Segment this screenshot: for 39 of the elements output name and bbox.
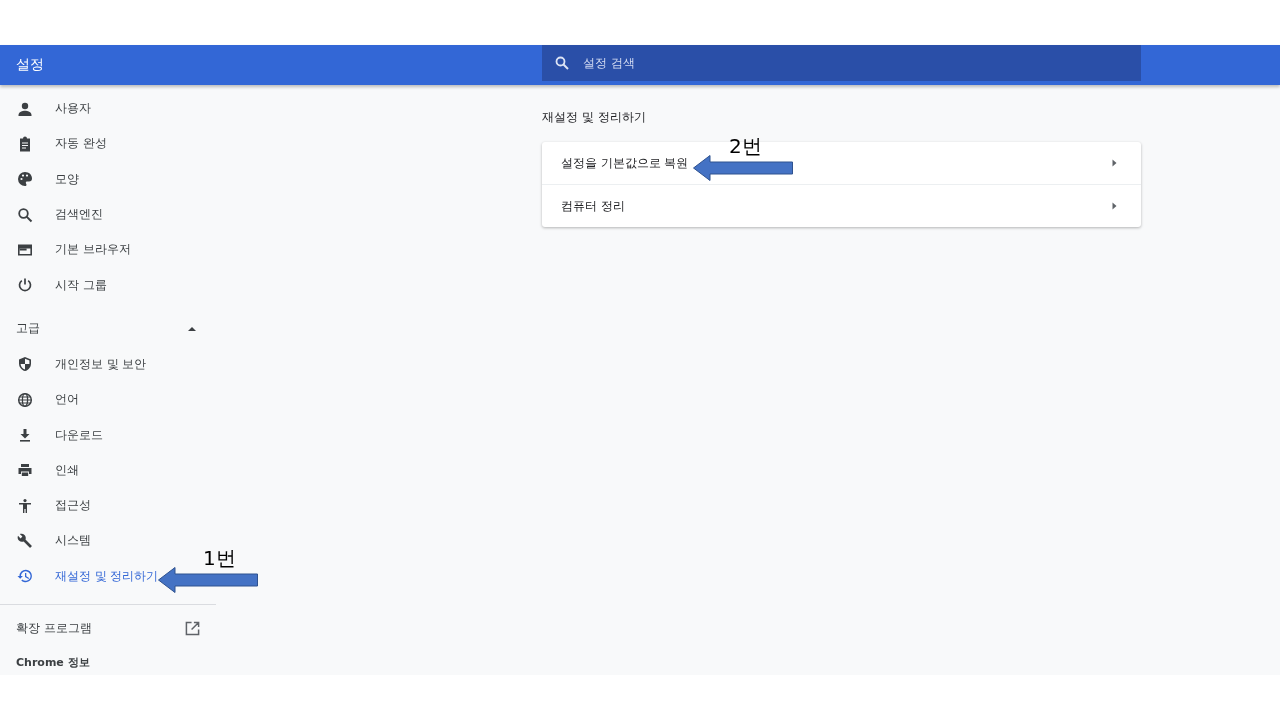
clipboard-icon [17, 135, 33, 152]
globe-icon [17, 391, 33, 408]
sidebar-item[interactable]: 접근성 [0, 487, 95, 524]
external-link-icon [185, 621, 200, 637]
arrow-right-icon [1112, 202, 1117, 210]
sidebar-item[interactable]: 모양 [0, 161, 83, 197]
power-icon [17, 277, 33, 294]
annotation-label: 2번 [729, 133, 762, 160]
sidebar-item[interactable]: 사용자 [0, 91, 95, 127]
sidebar-item[interactable]: 언어 [0, 382, 83, 418]
sidebar-link[interactable]: Chrome 정보 [0, 644, 216, 681]
sidebar-item[interactable]: 다운로드 [0, 417, 107, 453]
search-field[interactable]: 설정 검색 [542, 45, 1141, 81]
page-title: 설정 [16, 56, 44, 74]
sidebar-item[interactable]: 인쇄 [0, 452, 83, 488]
settings-row-link[interactable]: 컴퓨터 정리 [561, 198, 625, 214]
annotation-label: 1번 [203, 545, 236, 572]
download-icon [17, 427, 33, 443]
printer-icon [17, 462, 33, 479]
person-icon [17, 100, 33, 117]
sidebar-item[interactable]: 시스템 [0, 523, 95, 559]
sidebar-item[interactable]: 개인정보 및 보안 [0, 346, 151, 383]
sidebar-item[interactable]: 재설정 및 정리하기 [0, 558, 163, 594]
sidebar-item[interactable]: 자동 완성 [0, 126, 111, 162]
arrow-right-icon [1112, 159, 1117, 167]
section-toggle[interactable]: 고급 [0, 310, 216, 347]
palette-icon [17, 171, 33, 188]
settings-row-link[interactable]: 설정을 기본값으로 복원 [561, 155, 689, 171]
sidebar-item[interactable]: 기본 브라우저 [0, 232, 135, 268]
history-icon [17, 568, 33, 585]
caret-icon [187, 325, 197, 332]
accessibility-icon [17, 497, 33, 514]
sidebar-link[interactable]: 확장 프로그램 [0, 612, 216, 645]
sidebar-item[interactable]: 시작 그룹 [0, 267, 111, 303]
wrench-icon [17, 532, 33, 549]
sidebar-item[interactable]: 검색엔진 [0, 196, 107, 233]
section-title: 재설정 및 정리하기 [542, 109, 647, 126]
search-icon [17, 206, 33, 223]
shield-icon [17, 356, 33, 373]
